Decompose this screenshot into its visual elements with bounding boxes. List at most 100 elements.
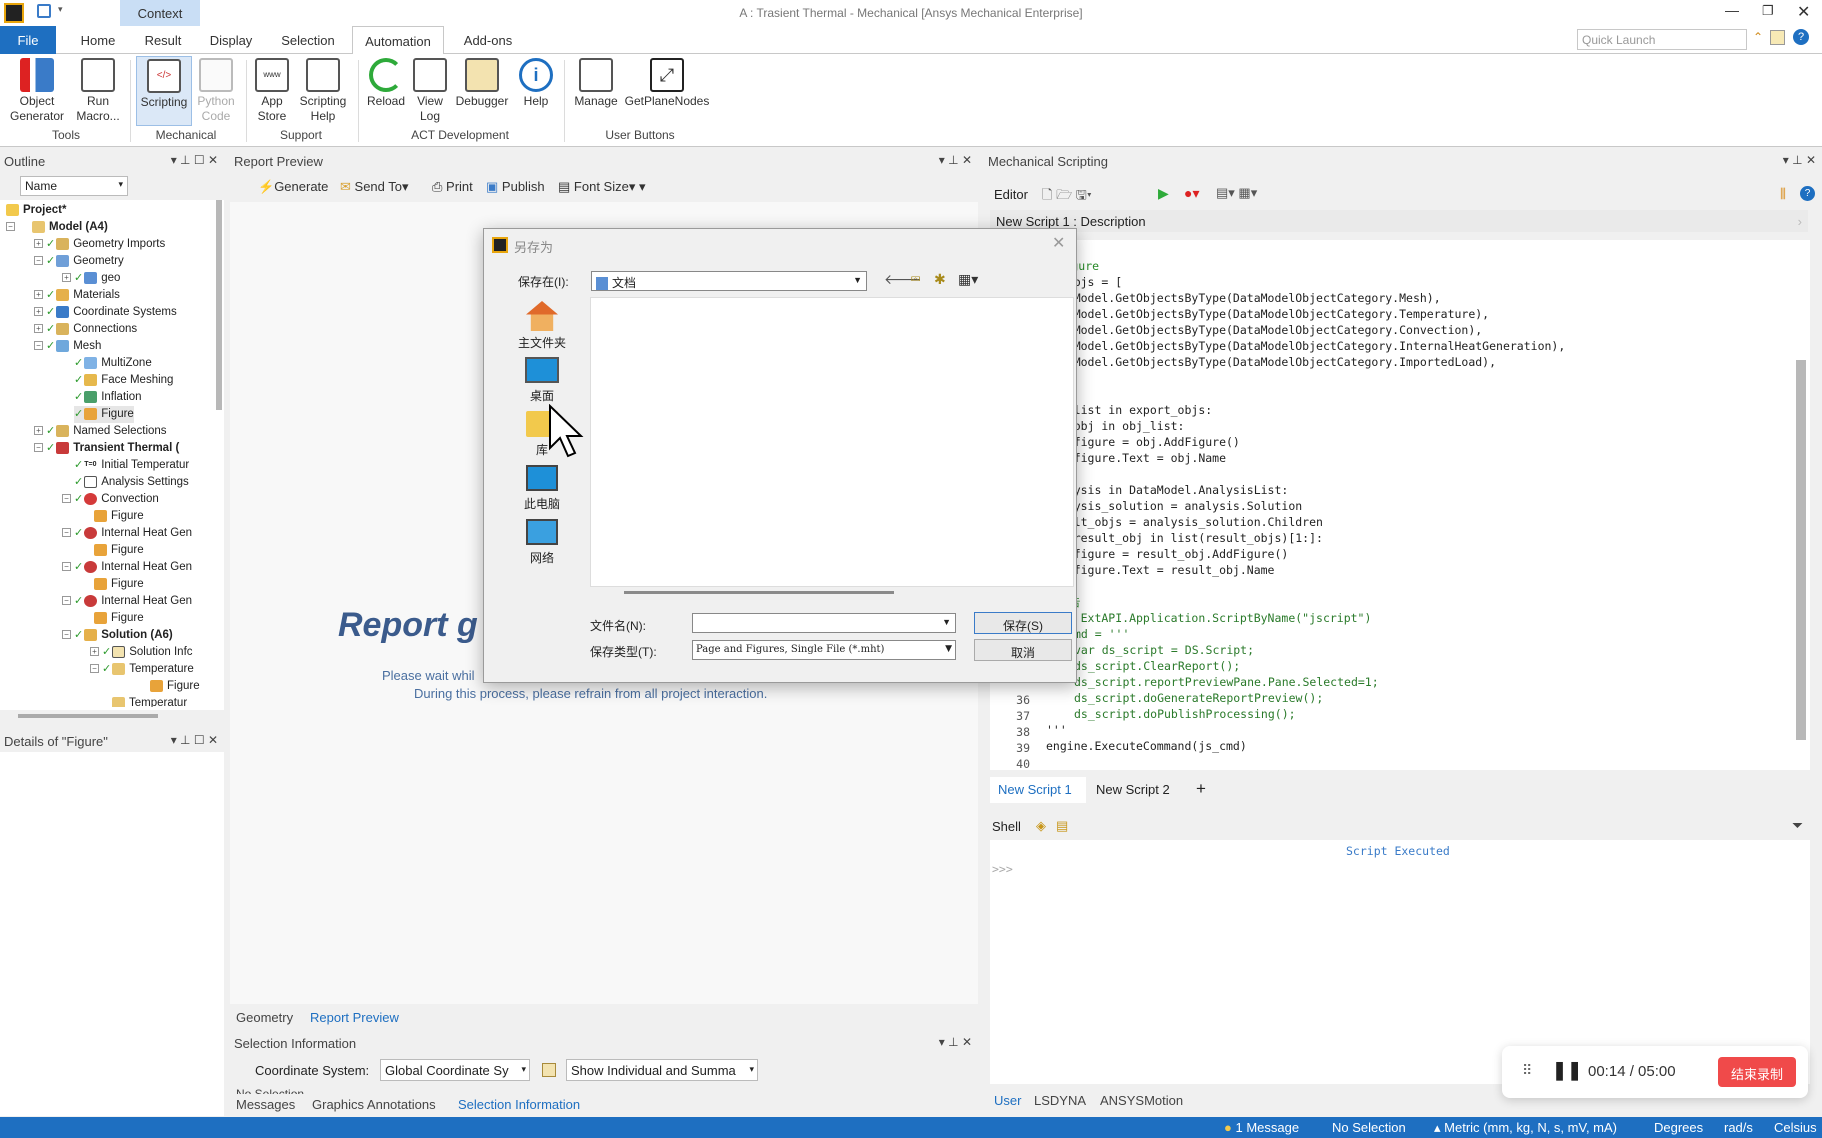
cancel-button[interactable]: 取消 (974, 639, 1072, 661)
units-status[interactable]: ▴ Metric (mm, kg, N, s, mV, mA) (1434, 1120, 1617, 1136)
reload-button[interactable]: Reload (364, 58, 408, 109)
print-button[interactable]: ⎙ Print (432, 179, 473, 195)
tree-item-geo[interactable]: + ✓ geo (62, 270, 120, 287)
tab-new-script-1[interactable]: New Script 1 (990, 777, 1086, 803)
tree-item-multizone[interactable]: ✓ MultiZone (74, 355, 152, 372)
filter-icon[interactable]: ⏷ (1792, 817, 1803, 834)
place-this-pc[interactable]: 此电脑 (502, 465, 582, 512)
help-icon[interactable]: ? (1793, 29, 1809, 45)
tree-item-analysis-settings[interactable]: ✓ Analysis Settings (74, 474, 189, 491)
close-window-button[interactable]: ✕ (1797, 2, 1810, 22)
generate-button[interactable]: ⚡Generate (258, 179, 328, 195)
panel-pin-icons[interactable]: ▾ ⊥ ✕ (939, 153, 972, 167)
snippet-icons[interactable]: ▤▾ ▦▾ (1216, 185, 1257, 201)
view-menu-icon[interactable]: ▦▾ (958, 271, 978, 288)
tree-item-ihg2-figure[interactable]: Figure (94, 576, 144, 593)
tree-item-internal-heat-gen-3[interactable]: − ✓ Internal Heat Gen (62, 593, 192, 610)
tab-lsdyna[interactable]: LSDYNA (1034, 1093, 1086, 1108)
outline-filter-select[interactable]: Name ▾ (20, 176, 128, 196)
minimize-button[interactable]: — (1725, 2, 1739, 18)
pencil-icon[interactable] (1770, 30, 1785, 45)
tab-automation[interactable]: Automation (352, 26, 444, 55)
tree-item-transient-thermal[interactable]: − ✓ Transient Thermal ( (34, 440, 179, 457)
send-to-button[interactable]: ✉ Send To▾ (340, 179, 409, 195)
tab-add-ons[interactable]: Add-ons (456, 26, 520, 54)
settings-icon[interactable]: ⫼ (1780, 186, 1786, 202)
tree-item-solution[interactable]: − ✓ Solution (A6) (62, 627, 173, 644)
up-folder-icon[interactable]: ⮹ (910, 271, 921, 288)
tree-item-named-selections[interactable]: + ✓ Named Selections (34, 423, 167, 440)
dialog-close-button[interactable]: ✕ (1052, 233, 1065, 253)
python-code-button[interactable]: Python Code (196, 58, 236, 124)
run-script-icon[interactable]: ▶ (1158, 185, 1169, 202)
tree-item-face-meshing[interactable]: ✓ Face Meshing (74, 372, 173, 389)
object-generator-button[interactable]: Object Generator (8, 58, 66, 124)
tree-item-geometry[interactable]: − ✓ Geometry (34, 253, 124, 270)
tree-item-geometry-imports[interactable]: + ✓ Geometry Imports (34, 236, 165, 253)
app-store-button[interactable]: www App Store (252, 58, 292, 124)
tab-file[interactable]: File (0, 26, 56, 54)
coordinate-system-select[interactable]: Global Coordinate Sy ▾ (380, 1059, 530, 1081)
collapse-icon[interactable]: − (6, 222, 15, 232)
tab-report-preview[interactable]: Report Preview (310, 1010, 399, 1025)
quick-launch-input[interactable]: Quick Launch (1577, 29, 1747, 50)
scripting-help-button[interactable]: Scripting Help (296, 58, 350, 124)
place-desktop[interactable]: 桌面 (502, 357, 582, 404)
run-macro-button[interactable]: Run Macro... (72, 58, 124, 124)
tree-item-temperature[interactable]: − ✓ Temperature (90, 661, 194, 678)
tree-item-project[interactable]: Project* (6, 202, 66, 219)
clear-shell-icon[interactable]: ◈ (1036, 818, 1046, 834)
place-home[interactable]: 主文件夹 (502, 301, 582, 351)
tab-new-script-2[interactable]: New Script 2 (1096, 782, 1170, 797)
tree-item-inflation[interactable]: ✓ Inflation (74, 389, 142, 406)
tab-result[interactable]: Result (140, 26, 186, 54)
collapse-ribbon-icon[interactable]: ⌃ (1753, 30, 1763, 44)
file-list[interactable] (590, 297, 1074, 587)
view-log-button[interactable]: View Log (412, 58, 448, 124)
tree-item-convection-figure[interactable]: Figure (94, 508, 144, 525)
debugger-button[interactable]: Debugger (452, 58, 512, 109)
rate-units-status[interactable]: rad/s (1724, 1120, 1753, 1135)
tab-home[interactable]: Home (74, 26, 122, 54)
tab-selection-information[interactable]: Selection Information (458, 1097, 580, 1112)
tree-item-solution-info[interactable]: + ✓ Solution Infc (90, 644, 193, 661)
panel-pin-icons[interactable]: ▾ ⊥ ✕ (939, 1035, 972, 1049)
restore-button[interactable]: ❐ (1762, 3, 1774, 19)
tree-scrollbar[interactable] (216, 200, 222, 410)
temperature-units-status[interactable]: Celsius (1774, 1120, 1817, 1135)
panel-pin-icons[interactable]: ▾ ⊥ ☐ ✕ (171, 153, 218, 167)
new-folder-icon[interactable]: ✱ (934, 271, 946, 288)
publish-button[interactable]: ▣ Publish (486, 179, 545, 195)
manage-button[interactable]: Manage (570, 58, 622, 109)
panel-pin-icons[interactable]: ▾ ⊥ ✕ (1783, 153, 1816, 167)
get-plane-nodes-button[interactable]: ⤢ GetPlaneNodes (624, 58, 710, 109)
tab-graphics-annotations[interactable]: Graphics Annotations (312, 1097, 436, 1112)
tab-display[interactable]: Display (204, 26, 258, 54)
tab-selection[interactable]: Selection (276, 26, 340, 54)
file-list-scrollbar[interactable] (624, 591, 894, 594)
save-in-select[interactable]: 文档 ▼ (591, 271, 867, 291)
code-scrollbar[interactable] (1796, 360, 1806, 740)
tree-item-internal-heat-gen-2[interactable]: − ✓ Internal Heat Gen (62, 559, 192, 576)
tree-item-ihg3-figure[interactable]: Figure (94, 610, 144, 627)
tab-ansysmotion[interactable]: ANSYSMotion (1100, 1093, 1183, 1108)
record-icon[interactable]: ●▾ (1184, 185, 1199, 202)
tree-item-mesh-figure[interactable]: ✓ Figure (74, 406, 134, 423)
tree-item-temperature-2[interactable]: Temperatur (112, 695, 187, 707)
file-icons[interactable]: 🗋 🗁 🖫▾ (1042, 186, 1092, 208)
tab-user[interactable]: User (994, 1093, 1021, 1108)
selection-icon[interactable] (542, 1063, 556, 1077)
save-button[interactable]: 保存(S) (974, 612, 1072, 634)
tab-geometry[interactable]: Geometry (236, 1010, 293, 1025)
filetype-select[interactable]: Page and Figures, Single File (*.mht) ▼ (692, 640, 956, 660)
place-network[interactable]: 网络 (502, 519, 582, 566)
scripting-button[interactable]: </> Scripting (136, 56, 192, 126)
font-size-button[interactable]: ▤ Font Size▾ ▾ (558, 179, 646, 195)
tree-item-model[interactable]: − Model (A4) (6, 219, 108, 236)
tree-item-initial-temperature[interactable]: ✓T=0 Initial Temperatur (74, 457, 189, 474)
angle-units-status[interactable]: Degrees (1654, 1120, 1703, 1135)
tree-h-scrollbar[interactable] (18, 714, 158, 718)
stop-recording-button[interactable]: 结束录制 (1718, 1057, 1796, 1087)
panel-pin-icons[interactable]: ▾ ⊥ ☐ ✕ (171, 733, 218, 747)
messages-status[interactable]: ● 1 Message (1224, 1120, 1299, 1135)
